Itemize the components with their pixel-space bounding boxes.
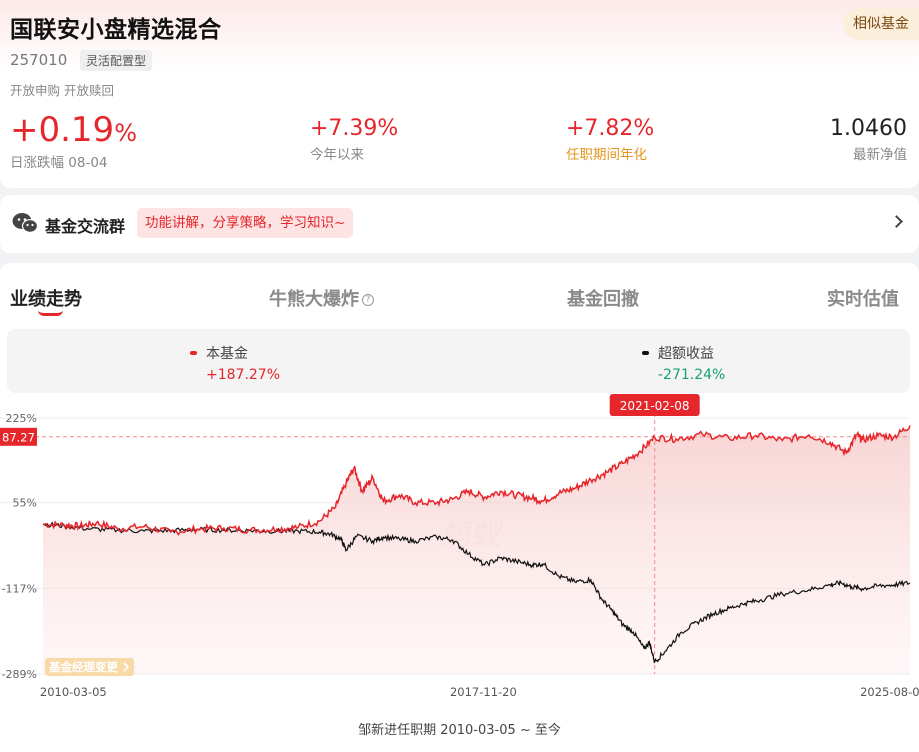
ytd-label: 今年以来: [310, 147, 364, 163]
y-tick-label: 225%: [6, 412, 37, 425]
group-tag: 功能讲解，分享策略，学习知识~: [137, 208, 354, 238]
ytd-value: +7.39%: [310, 116, 399, 141]
wechat-icon: [12, 213, 38, 233]
y-tick-label: -289%: [2, 668, 37, 681]
daily-change-label: 日涨跌幅 08-04: [10, 155, 108, 171]
ytd-metric: +7.39% 今年以来: [310, 116, 398, 163]
manager-tenure-footer: 邹新进任职期 2010-03-05 ~ 至今: [358, 723, 561, 738]
x-tick-label: 2025-08-04: [860, 685, 919, 699]
fund-type-badge: 灵活配置型: [80, 50, 153, 71]
similar-funds-button[interactable]: 相似基金: [843, 8, 919, 40]
daily-change-value: +0.19: [10, 110, 115, 150]
fund-header: 国联安小盘精选混合 相似基金 257010 灵活配置型 开放申购 开放赎回 +0.…: [0, 0, 919, 188]
manager-change-label[interactable]: 基金经理变更: [48, 660, 118, 674]
cursor-date-label: 2021-02-08: [620, 399, 690, 413]
tenure-metric[interactable]: +7.82% 任职期间年化: [566, 116, 654, 163]
daily-change-unit: %: [114, 119, 138, 147]
buy-status: 开放申购: [10, 83, 61, 98]
redeem-status: 开放赎回: [64, 83, 115, 98]
performance-card: 业绩走势 牛熊大爆炸? 基金回撤 实时估值 本基金 +187.27% 超额收益 …: [0, 263, 919, 752]
y-tick-label: -117%: [2, 582, 37, 595]
fund-code: 257010: [10, 51, 68, 69]
daily-change-metric: +0.19% 日涨跌幅 08-04: [10, 110, 137, 171]
y-tick-label: 55%: [13, 497, 37, 510]
x-tick-label: 2010-03-05: [40, 685, 107, 699]
nav-label: 最新净值: [853, 147, 907, 163]
fund-name: 国联安小盘精选混合: [10, 17, 222, 43]
group-title: 基金交流群: [45, 217, 126, 236]
trade-status: 开放申购 开放赎回: [10, 80, 114, 99]
fund-group-entry[interactable]: 基金交流群 功能讲解，分享策略，学习知识~: [0, 195, 919, 253]
chevron-right-icon: [890, 215, 903, 228]
fund-area: [43, 425, 910, 674]
tenure-label: 任职期间年化: [566, 147, 647, 163]
nav-value: 1.0460: [830, 116, 907, 141]
x-tick-label: 2017-11-20: [450, 685, 517, 699]
tenure-value: +7.82%: [566, 116, 655, 141]
nav-metric: 1.0460 最新净值: [830, 116, 907, 163]
cursor-value-label: 87.27: [2, 430, 35, 444]
performance-chart[interactable]: 225% 55% -117% -289%2010-03-05 2017-11-20 202…: [0, 263, 919, 713]
